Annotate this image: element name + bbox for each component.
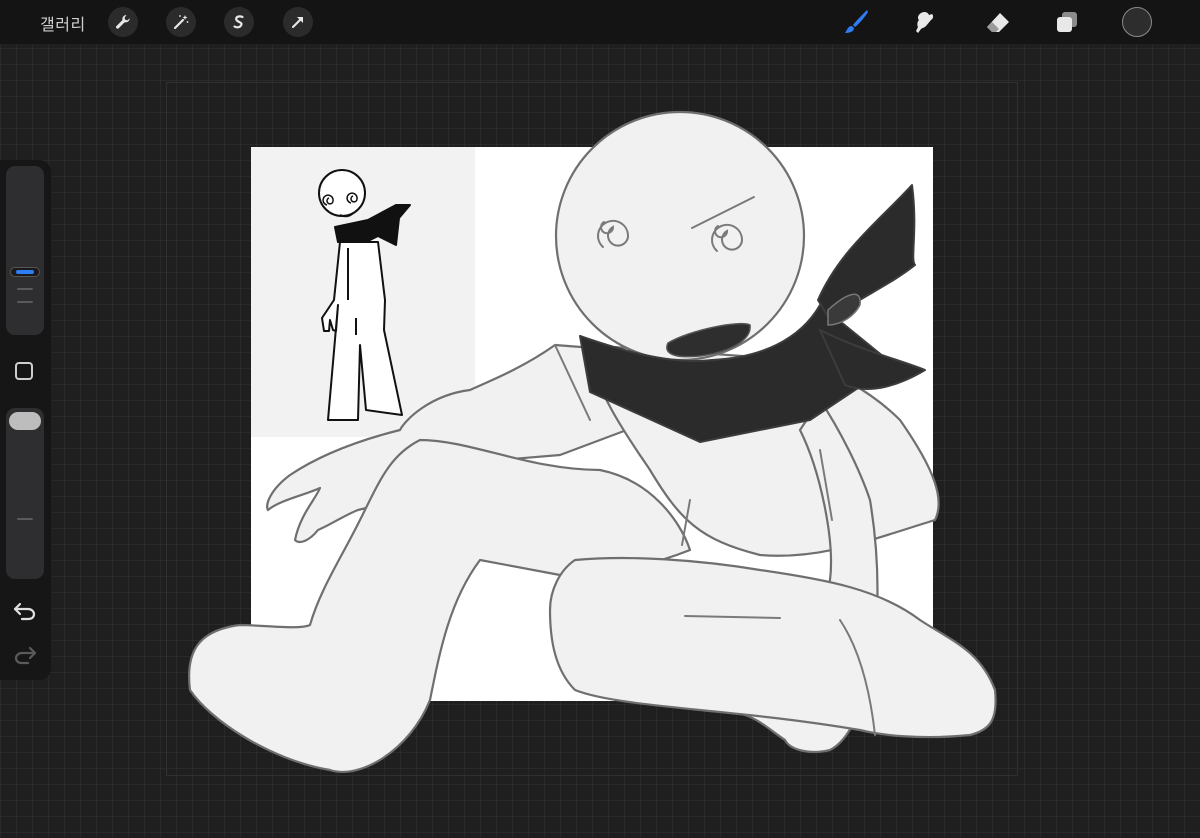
opacity-slider[interactable] bbox=[6, 408, 44, 579]
modify-square-icon[interactable] bbox=[15, 362, 33, 380]
brush-size-thumb[interactable] bbox=[10, 267, 40, 277]
redo-icon bbox=[14, 646, 37, 665]
size-tick bbox=[17, 301, 33, 303]
brush-size-slider[interactable] bbox=[6, 166, 44, 335]
undo-button[interactable] bbox=[12, 600, 38, 622]
opacity-tick bbox=[17, 518, 33, 520]
drawing-canvas[interactable] bbox=[0, 0, 1200, 838]
redo-button[interactable] bbox=[12, 644, 38, 666]
undo-icon bbox=[13, 602, 36, 621]
size-tick bbox=[17, 288, 33, 290]
left-sidebar bbox=[0, 160, 51, 680]
opacity-thumb[interactable] bbox=[9, 412, 41, 430]
